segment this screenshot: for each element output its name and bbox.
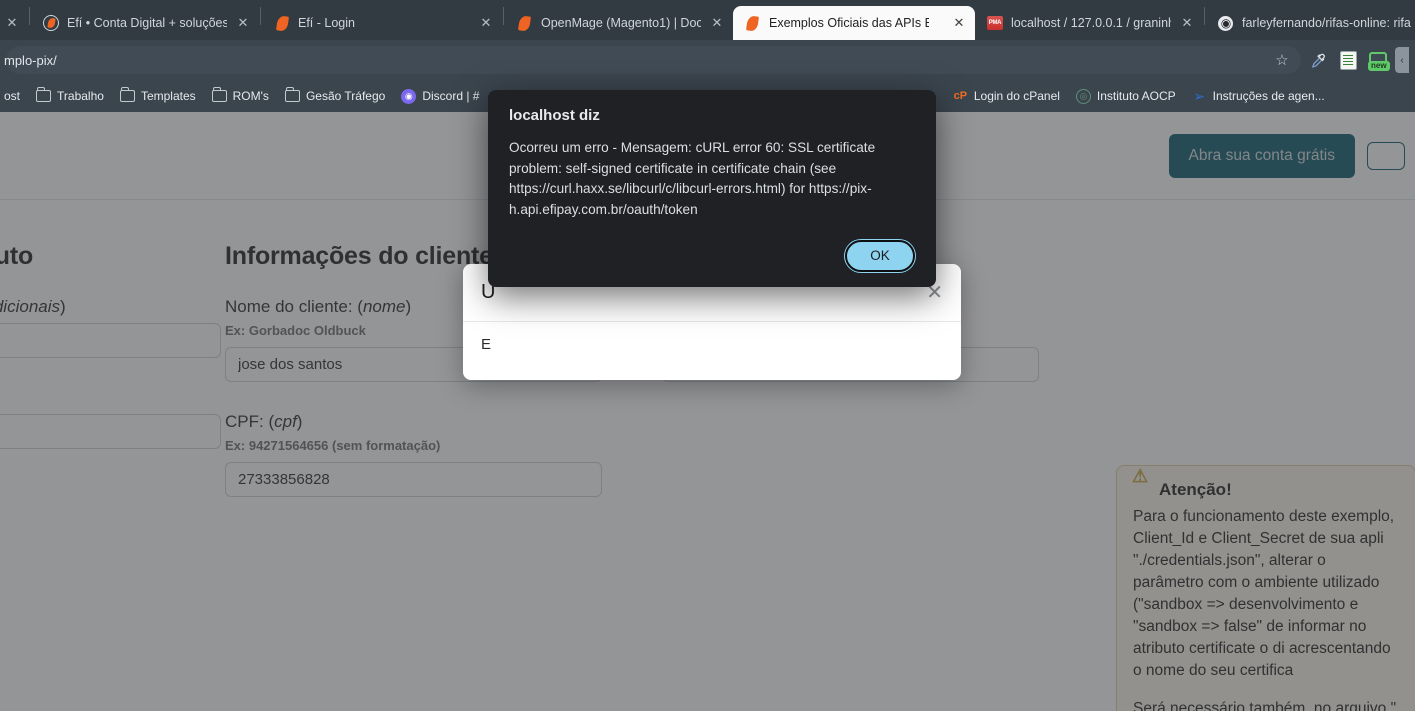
- cpanel-icon: cP: [953, 89, 968, 102]
- site-modal-body: E: [481, 336, 492, 353]
- extension-new-badge: new: [1368, 60, 1390, 71]
- tab-strip: ✕ Efí • Conta Digital + soluções de ✕ Ef…: [0, 0, 1415, 40]
- tab-efi-login[interactable]: Efí - Login ✕: [262, 6, 502, 40]
- browser-window: ✕ Efí • Conta Digital + soluções de ✕ Ef…: [0, 0, 1415, 711]
- folder-icon: [211, 87, 227, 102]
- tab-close-icon[interactable]: ✕: [235, 15, 251, 31]
- dialog-actions: OK: [509, 239, 915, 272]
- efi-flame-icon: [745, 14, 761, 32]
- tab-close-icon[interactable]: ✕: [478, 15, 494, 31]
- tab-close-icon[interactable]: ✕: [951, 15, 967, 31]
- bookmark-star-icon[interactable]: ☆: [1269, 47, 1295, 73]
- efi-flame-icon: [274, 14, 290, 32]
- address-bar-url[interactable]: mplo-pix/: [4, 53, 1269, 68]
- folder-icon: [119, 87, 135, 102]
- document-extension-icon[interactable]: [1335, 47, 1361, 73]
- bookmark-label: Trabalho: [57, 89, 104, 103]
- tab-close-icon[interactable]: ✕: [4, 15, 20, 31]
- bookmark-label: ost: [4, 89, 21, 103]
- dialog-title: localhost diz: [509, 107, 600, 124]
- folder-icon: [284, 87, 300, 102]
- browser-toolbar: mplo-pix/ ☆ new ‹: [0, 40, 1415, 80]
- bookmark-label: Instituto AOCP: [1096, 89, 1176, 103]
- tab-efi-conta-digital[interactable]: Efí • Conta Digital + soluções de ✕: [31, 6, 259, 40]
- extensions-overflow-chevron-icon[interactable]: ‹: [1395, 47, 1409, 73]
- dialog-message: Ocorreu um erro - Mensagem: cURL error 6…: [509, 140, 876, 217]
- aocp-icon: ◎: [1075, 88, 1091, 104]
- tab-label: farleyfernando/rifas-online: rifa: [1241, 16, 1411, 30]
- bookmark-item-roms[interactable]: ROM's: [205, 85, 276, 107]
- toolbox-extension-icon[interactable]: new: [1365, 47, 1391, 73]
- tab-close-icon[interactable]: ✕: [1179, 15, 1195, 31]
- bookmark-item[interactable]: ost: [4, 85, 27, 107]
- efi-flame-icon: [517, 14, 533, 32]
- tab-label: OpenMage (Magento1) | Docum: [540, 16, 701, 30]
- tab-separator: [29, 7, 30, 25]
- tab-separator: [502, 7, 504, 25]
- bookmark-item-templates[interactable]: Templates: [113, 85, 203, 107]
- bookmark-label: Discord | #: [422, 89, 480, 103]
- tab-label: Efí - Login: [298, 16, 355, 30]
- javascript-alert-dialog: localhost diz Ocorreu um erro - Mensagem…: [488, 90, 936, 287]
- tab-label: Efí • Conta Digital + soluções de: [67, 16, 227, 30]
- tab-label: localhost / 127.0.0.1 / graninha: [1010, 16, 1171, 30]
- address-bar[interactable]: mplo-pix/ ☆: [4, 46, 1301, 74]
- bookmark-item-cpanel[interactable]: cP Login do cPanel: [946, 85, 1067, 108]
- tab-partial-left[interactable]: ✕: [0, 6, 28, 40]
- tab-github-rifas-online[interactable]: ◉ farleyfernando/rifas-online: rifa: [1206, 6, 1415, 40]
- bookmark-item-instrucoes[interactable]: ➢ Instruções de agen...: [1185, 85, 1332, 108]
- tab-close-icon[interactable]: ✕: [709, 15, 725, 31]
- folder-icon: [36, 87, 52, 102]
- tab-openmage-docs[interactable]: OpenMage (Magento1) | Docum ✕: [505, 6, 733, 40]
- bookmark-label: Login do cPanel: [973, 89, 1060, 103]
- tab-label: Exemplos Oficiais das APIs Efí: [768, 16, 929, 30]
- discord-icon: ◉: [401, 88, 417, 104]
- bookmark-label: ROM's: [232, 89, 269, 103]
- eyedropper-extension-icon[interactable]: [1305, 47, 1331, 73]
- gov-br-icon: ➢: [1193, 88, 1205, 104]
- bookmark-item-discord[interactable]: ◉ Discord | #: [394, 85, 486, 108]
- efi-circle-icon: [43, 15, 59, 31]
- tab-separator: [1203, 7, 1205, 25]
- phpmyadmin-icon: PMA: [986, 15, 1003, 31]
- tab-separator: [260, 7, 261, 25]
- dialog-ok-button[interactable]: OK: [845, 239, 915, 272]
- bookmark-item-trabalho[interactable]: Trabalho: [29, 85, 111, 107]
- tab-localhost-phpmyadmin[interactable]: PMA localhost / 127.0.0.1 / graninha ✕: [975, 6, 1203, 40]
- bookmark-label: Instruções de agen...: [1212, 89, 1325, 103]
- bookmark-label: Templates: [140, 89, 196, 103]
- github-icon: ◉: [1218, 15, 1234, 31]
- bookmark-item-instituto-aocp[interactable]: ◎ Instituto AOCP: [1069, 85, 1183, 108]
- bookmark-item-gesao-trafego[interactable]: Gesão Tráfego: [278, 85, 392, 107]
- bookmark-label: Gesão Tráfego: [305, 89, 386, 103]
- tab-exemplos-oficiais-apis-efi[interactable]: Exemplos Oficiais das APIs Efí ✕: [732, 6, 975, 40]
